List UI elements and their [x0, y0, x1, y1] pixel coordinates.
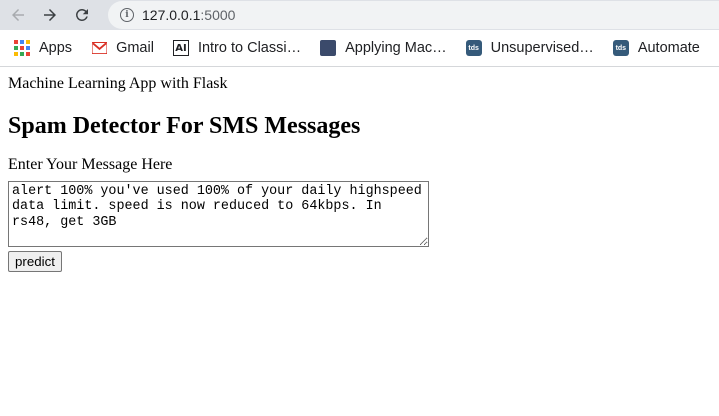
browser-toolbar: i 127.0.0.1:5000 — [0, 0, 719, 30]
address-bar[interactable]: i 127.0.0.1:5000 — [108, 1, 719, 29]
forward-arrow-icon — [44, 9, 56, 21]
back-button[interactable] — [7, 4, 29, 26]
message-prompt: Enter Your Message Here — [8, 156, 173, 173]
bookmark-label: Intro to Classi… — [197, 40, 302, 56]
ai-icon: AI — [172, 40, 189, 56]
url-port: :5000 — [200, 7, 236, 23]
reload-icon — [75, 8, 88, 21]
url-host: 127.0.0.1 — [142, 7, 201, 23]
page-heading: Spam Detector For SMS Messages — [8, 113, 361, 139]
site-info-icon[interactable]: i — [120, 8, 134, 22]
tds-icon: tds — [465, 40, 482, 56]
bookmarks-bar: Apps Gmail AI Intro to Classi… Applying … — [0, 30, 719, 67]
message-input[interactable]: alert 100% you've used 100% of your dail… — [8, 181, 429, 247]
bookmark-label: Gmail — [116, 40, 154, 56]
back-arrow-icon — [12, 9, 24, 21]
bookmark-label: Applying Mac… — [345, 40, 447, 56]
page-content: Machine Learning App with Flask Spam Det… — [0, 67, 719, 272]
bookmark-applying-mac[interactable]: Applying Mac… — [320, 40, 447, 56]
tds-icon: tds — [612, 40, 629, 56]
bookmark-label: Apps — [39, 40, 73, 56]
bookmark-automate[interactable]: tds Automate — [612, 40, 700, 56]
bookmark-unsupervised[interactable]: tds Unsupervised… — [465, 40, 594, 56]
forward-button[interactable] — [39, 4, 61, 26]
article-icon — [320, 40, 337, 56]
predict-button[interactable]: predict — [8, 251, 62, 272]
apps-grid-icon — [14, 40, 30, 56]
bookmark-intro-to-classi[interactable]: AI Intro to Classi… — [172, 40, 302, 56]
bookmark-label: Unsupervised… — [490, 40, 594, 56]
gmail-icon — [91, 40, 107, 56]
bookmark-gmail[interactable]: Gmail — [91, 40, 154, 56]
bookmark-label: Automate — [637, 40, 700, 56]
app-title: Machine Learning App with Flask — [8, 75, 228, 92]
reload-button[interactable] — [71, 4, 93, 26]
bookmark-apps[interactable]: Apps — [14, 40, 72, 56]
